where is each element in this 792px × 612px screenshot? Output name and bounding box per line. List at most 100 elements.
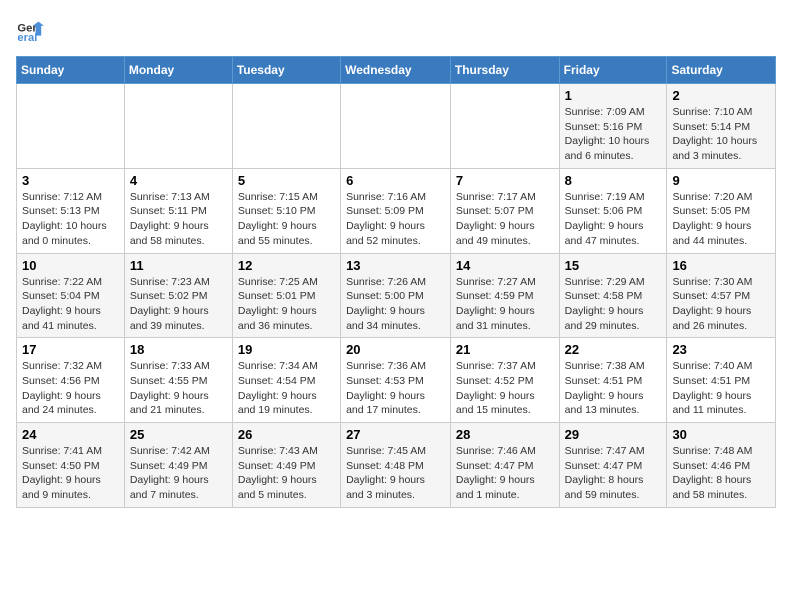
day-number: 6	[346, 173, 445, 188]
day-number: 2	[672, 88, 770, 103]
day-number: 8	[565, 173, 662, 188]
calendar-cell: 20 Sunrise: 7:36 AM Sunset: 4:53 PM Dayli…	[341, 338, 451, 423]
calendar-week-row: 10 Sunrise: 7:22 AM Sunset: 5:04 PM Dayli…	[17, 253, 776, 338]
day-info: Sunrise: 7:41 AM Sunset: 4:50 PM Dayligh…	[22, 444, 119, 503]
calendar-cell: 26 Sunrise: 7:43 AM Sunset: 4:49 PM Dayli…	[232, 423, 340, 508]
calendar-cell: 27 Sunrise: 7:45 AM Sunset: 4:48 PM Dayli…	[341, 423, 451, 508]
calendar-cell: 22 Sunrise: 7:38 AM Sunset: 4:51 PM Dayli…	[559, 338, 667, 423]
day-number: 22	[565, 342, 662, 357]
calendar-cell	[17, 84, 125, 169]
calendar-cell: 1Sunrise: 7:09 AM Sunset: 5:16 PM Daylig…	[559, 84, 667, 169]
day-info: Sunrise: 7:40 AM Sunset: 4:51 PM Dayligh…	[672, 359, 770, 418]
calendar-cell: 16 Sunrise: 7:30 AM Sunset: 4:57 PM Dayli…	[667, 253, 776, 338]
calendar-cell	[341, 84, 451, 169]
logo-icon: Gen eral	[16, 16, 44, 44]
day-info: Sunrise: 7:34 AM Sunset: 4:54 PM Dayligh…	[238, 359, 335, 418]
svg-text:eral: eral	[17, 32, 37, 44]
day-number: 21	[456, 342, 554, 357]
day-info: Sunrise: 7:33 AM Sunset: 4:55 PM Dayligh…	[130, 359, 227, 418]
day-info: Sunrise: 7:17 AM Sunset: 5:07 PM Dayligh…	[456, 190, 554, 249]
day-info: Sunrise: 7:45 AM Sunset: 4:48 PM Dayligh…	[346, 444, 445, 503]
weekday-header: Wednesday	[341, 57, 451, 84]
day-info: Sunrise: 7:25 AM Sunset: 5:01 PM Dayligh…	[238, 275, 335, 334]
page-header: Gen eral	[16, 16, 776, 44]
calendar-cell: 19 Sunrise: 7:34 AM Sunset: 4:54 PM Dayli…	[232, 338, 340, 423]
calendar-cell: 21 Sunrise: 7:37 AM Sunset: 4:52 PM Dayli…	[450, 338, 559, 423]
day-info: Sunrise: 7:37 AM Sunset: 4:52 PM Dayligh…	[456, 359, 554, 418]
calendar-cell: 10 Sunrise: 7:22 AM Sunset: 5:04 PM Dayli…	[17, 253, 125, 338]
day-info: Sunrise: 7:27 AM Sunset: 4:59 PM Dayligh…	[456, 275, 554, 334]
day-info: Sunrise: 7:38 AM Sunset: 4:51 PM Dayligh…	[565, 359, 662, 418]
calendar-cell: 9Sunrise: 7:20 AM Sunset: 5:05 PM Daylig…	[667, 168, 776, 253]
day-info: Sunrise: 7:16 AM Sunset: 5:09 PM Dayligh…	[346, 190, 445, 249]
day-info: Sunrise: 7:15 AM Sunset: 5:10 PM Dayligh…	[238, 190, 335, 249]
day-info: Sunrise: 7:32 AM Sunset: 4:56 PM Dayligh…	[22, 359, 119, 418]
calendar-cell: 29 Sunrise: 7:47 AM Sunset: 4:47 PM Dayli…	[559, 423, 667, 508]
calendar-cell: 2 Sunrise: 7:10 AM Sunset: 5:14 PM Daylig…	[667, 84, 776, 169]
day-number: 10	[22, 258, 119, 273]
calendar-cell: 24 Sunrise: 7:41 AM Sunset: 4:50 PM Dayli…	[17, 423, 125, 508]
day-info: Sunrise: 7:48 AM Sunset: 4:46 PM Dayligh…	[672, 444, 770, 503]
day-number: 25	[130, 427, 227, 442]
day-info: Sunrise: 7:12 AM Sunset: 5:13 PM Dayligh…	[22, 190, 119, 249]
weekday-header: Saturday	[667, 57, 776, 84]
day-number: 15	[565, 258, 662, 273]
calendar-header-row: SundayMondayTuesdayWednesdayThursdayFrid…	[17, 57, 776, 84]
day-number: 7	[456, 173, 554, 188]
calendar-cell: 6 Sunrise: 7:16 AM Sunset: 5:09 PM Daylig…	[341, 168, 451, 253]
day-number: 24	[22, 427, 119, 442]
day-info: Sunrise: 7:23 AM Sunset: 5:02 PM Dayligh…	[130, 275, 227, 334]
calendar-cell: 18 Sunrise: 7:33 AM Sunset: 4:55 PM Dayli…	[124, 338, 232, 423]
calendar-week-row: 3 Sunrise: 7:12 AM Sunset: 5:13 PM Daylig…	[17, 168, 776, 253]
day-number: 18	[130, 342, 227, 357]
day-number: 29	[565, 427, 662, 442]
calendar-cell: 12 Sunrise: 7:25 AM Sunset: 5:01 PM Dayli…	[232, 253, 340, 338]
calendar-cell: 11 Sunrise: 7:23 AM Sunset: 5:02 PM Dayli…	[124, 253, 232, 338]
day-info: Sunrise: 7:36 AM Sunset: 4:53 PM Dayligh…	[346, 359, 445, 418]
calendar-cell	[450, 84, 559, 169]
calendar-cell: 17 Sunrise: 7:32 AM Sunset: 4:56 PM Dayli…	[17, 338, 125, 423]
day-number: 26	[238, 427, 335, 442]
logo: Gen eral	[16, 16, 48, 44]
day-info: Sunrise: 7:30 AM Sunset: 4:57 PM Dayligh…	[672, 275, 770, 334]
day-number: 19	[238, 342, 335, 357]
weekday-header: Thursday	[450, 57, 559, 84]
day-info: Sunrise: 7:09 AM Sunset: 5:16 PM Dayligh…	[565, 105, 662, 164]
calendar-cell: 30Sunrise: 7:48 AM Sunset: 4:46 PM Dayli…	[667, 423, 776, 508]
calendar-cell: 8 Sunrise: 7:19 AM Sunset: 5:06 PM Daylig…	[559, 168, 667, 253]
day-number: 20	[346, 342, 445, 357]
weekday-header: Friday	[559, 57, 667, 84]
day-number: 3	[22, 173, 119, 188]
calendar-cell: 4 Sunrise: 7:13 AM Sunset: 5:11 PM Daylig…	[124, 168, 232, 253]
calendar-cell: 3 Sunrise: 7:12 AM Sunset: 5:13 PM Daylig…	[17, 168, 125, 253]
day-info: Sunrise: 7:47 AM Sunset: 4:47 PM Dayligh…	[565, 444, 662, 503]
calendar-cell: 15 Sunrise: 7:29 AM Sunset: 4:58 PM Dayli…	[559, 253, 667, 338]
day-number: 12	[238, 258, 335, 273]
calendar-week-row: 1Sunrise: 7:09 AM Sunset: 5:16 PM Daylig…	[17, 84, 776, 169]
day-number: 4	[130, 173, 227, 188]
day-number: 27	[346, 427, 445, 442]
weekday-header: Tuesday	[232, 57, 340, 84]
calendar-cell: 7 Sunrise: 7:17 AM Sunset: 5:07 PM Daylig…	[450, 168, 559, 253]
day-number: 17	[22, 342, 119, 357]
day-info: Sunrise: 7:20 AM Sunset: 5:05 PM Dayligh…	[672, 190, 770, 249]
day-info: Sunrise: 7:46 AM Sunset: 4:47 PM Dayligh…	[456, 444, 554, 503]
weekday-header: Sunday	[17, 57, 125, 84]
calendar-cell: 13Sunrise: 7:26 AM Sunset: 5:00 PM Dayli…	[341, 253, 451, 338]
day-info: Sunrise: 7:10 AM Sunset: 5:14 PM Dayligh…	[672, 105, 770, 164]
day-info: Sunrise: 7:26 AM Sunset: 5:00 PM Dayligh…	[346, 275, 445, 334]
calendar-cell: 5Sunrise: 7:15 AM Sunset: 5:10 PM Daylig…	[232, 168, 340, 253]
day-number: 14	[456, 258, 554, 273]
calendar-cell: 23 Sunrise: 7:40 AM Sunset: 4:51 PM Dayli…	[667, 338, 776, 423]
calendar-cell: 25Sunrise: 7:42 AM Sunset: 4:49 PM Dayli…	[124, 423, 232, 508]
day-info: Sunrise: 7:13 AM Sunset: 5:11 PM Dayligh…	[130, 190, 227, 249]
day-info: Sunrise: 7:22 AM Sunset: 5:04 PM Dayligh…	[22, 275, 119, 334]
day-info: Sunrise: 7:43 AM Sunset: 4:49 PM Dayligh…	[238, 444, 335, 503]
day-info: Sunrise: 7:19 AM Sunset: 5:06 PM Dayligh…	[565, 190, 662, 249]
day-number: 23	[672, 342, 770, 357]
day-number: 16	[672, 258, 770, 273]
day-number: 11	[130, 258, 227, 273]
day-info: Sunrise: 7:29 AM Sunset: 4:58 PM Dayligh…	[565, 275, 662, 334]
calendar-cell: 14 Sunrise: 7:27 AM Sunset: 4:59 PM Dayli…	[450, 253, 559, 338]
calendar-table: SundayMondayTuesdayWednesdayThursdayFrid…	[16, 56, 776, 508]
